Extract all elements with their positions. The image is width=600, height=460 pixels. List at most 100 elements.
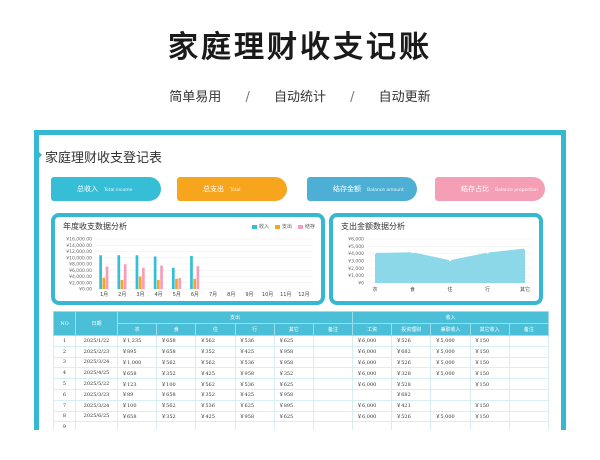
x-tick-label: 6月 [191,292,199,298]
card-balance-amount: 结存金额 Balance amount [307,177,417,201]
table-cell [156,421,197,430]
data-point [373,251,377,255]
x-tick-label: 7月 [209,292,217,298]
table-cell: ￥352 [195,345,236,358]
table-row: 6 2025/3/23 ￥89 ￥658 ￥352 ￥425 ￥958 ￥682 [53,388,550,401]
table-cell: ￥658 [156,388,197,401]
table-cell: ￥425 [195,410,236,423]
bar-结存 [105,266,109,289]
table-cell [312,421,354,430]
x-tick-label: 2月 [118,292,126,298]
table-cell [430,378,471,390]
y-tick-label: ¥1,000 [348,273,364,279]
table-cell [508,356,550,369]
table-row: 2 2025/2/23 ￥895 ￥658 ￥352 ￥425 ￥958 ￥6,000 ￥682… [53,345,550,358]
y-tick-label: ¥14,000.00 [66,243,92,249]
table-cell: 5 [53,378,76,390]
table-cell [116,421,158,430]
table-cell: ￥958 [273,356,314,369]
table-cell: ￥536 [234,378,275,390]
table-cell: ￥526 [391,335,432,347]
table-row: 1 2025/1/22 ￥1,235 ￥658 ￥562 ￥536 ￥625 ￥6,000 ￥5… [53,335,550,347]
table-cell: 2025/3/23 [75,388,118,401]
table-cell: ￥958 [234,410,275,423]
table-cell: ￥958 [234,367,275,380]
y-tick-label: ¥3,000 [348,259,364,265]
table-cell [508,399,550,412]
subheader-3: 行 [234,323,275,336]
table-cell [430,399,471,412]
table-cell: ￥6,000 [352,356,393,369]
y-tick-label: ¥0.00 [79,287,92,293]
x-tick-label: 12月 [298,292,309,298]
table-cell: ￥958 [273,345,314,358]
bar-结存 [142,267,145,289]
subheader-9: 其它收入 [469,323,510,336]
table-cell: 2025/1/22 [75,335,118,347]
table-cell [352,388,393,401]
subheader-10: 备注 [508,323,550,336]
feature-easy: 简单易用 [169,90,222,105]
table-cell [273,421,314,430]
table-cell [312,367,354,380]
spreadsheet-preview: 家庭理财收支登记表 总收入 Total income 总支出 Total 结存金额 B… [34,130,566,430]
data-point [486,251,489,254]
table-cell: ￥5,000 [430,410,471,423]
table-cell [508,335,550,347]
table-cell [75,421,118,430]
table-cell: 4 [53,367,76,380]
table-row: 9 [53,421,550,430]
table-row: 5 2025/5/22 ￥123 ￥100 ￥562 ￥536 ￥625 ￥6,000 ￥528… [53,378,550,390]
x-tick-label: 食 [410,286,415,293]
table-cell: ￥100 [116,399,158,412]
table-cell: ￥150 [469,345,510,358]
table-cell [312,356,354,369]
subheader-2: 住 [195,323,236,336]
bar-支出 [193,278,197,289]
table-cell [469,421,510,430]
table-cell: ￥5,000 [430,356,471,369]
table-cell [234,421,275,430]
y-tick-label: ¥4,000 [348,251,364,257]
x-tick-label: 1月 [100,292,108,298]
bar-支出 [156,279,160,289]
table-cell: ￥562 [156,399,197,412]
bar-收入 [190,255,193,289]
table-cell: ￥352 [156,367,197,380]
table-cell [508,421,550,430]
table-cell: ￥328 [391,367,432,380]
table-cell: ￥625 [234,399,275,412]
y-tick-label: ¥6,000.00 [69,268,92,274]
table-cell: ￥658 [116,410,158,423]
table-cell: 2 [53,345,76,358]
table-row: 7 2025/3/24 ￥100 ￥562 ￥536 ￥625 ￥895 ￥6,000 ￥421… [53,399,550,412]
annual-chart-panel: 年度收支数据分析 收入 支出 结存 ¥0.00 ¥2,000.00 ¥4,000.0… [51,213,325,305]
separator: / [350,90,355,105]
table-cell: ￥5,000 [430,345,471,358]
table-cell: ￥895 [116,345,158,358]
y-tick-label: ¥6,000 [348,237,364,243]
x-tick-label: 住 [447,286,452,293]
table-cell: ￥562 [195,378,236,390]
bar-支出 [102,277,106,289]
subheader-7: 投资理财 [391,323,432,336]
table-cell [430,421,471,430]
table-cell: ￥1,000 [116,356,158,369]
table-cell: ￥425 [234,388,275,401]
table-cell [312,335,354,347]
table-cell: ￥6,000 [352,378,393,390]
table-cell [430,388,471,401]
card-total-expense: 总支出 Total [177,177,287,201]
bar-结存 [123,264,127,289]
table-cell: ￥658 [156,335,197,347]
header-expense-group: 支出 [116,311,354,324]
subheader-5: 备注 [312,323,354,336]
table-cell: ￥536 [234,335,275,347]
bar-支出 [138,276,142,289]
x-tick-label: 行 [485,286,490,293]
table-cell [312,410,354,423]
bar-收入 [135,255,139,289]
table-row: 4 2025/4/25 ￥658 ￥352 ￥425 ￥958 ￥352 ￥6,000 ￥328… [53,367,550,380]
bar-结存 [160,265,163,289]
table-cell [312,345,354,358]
